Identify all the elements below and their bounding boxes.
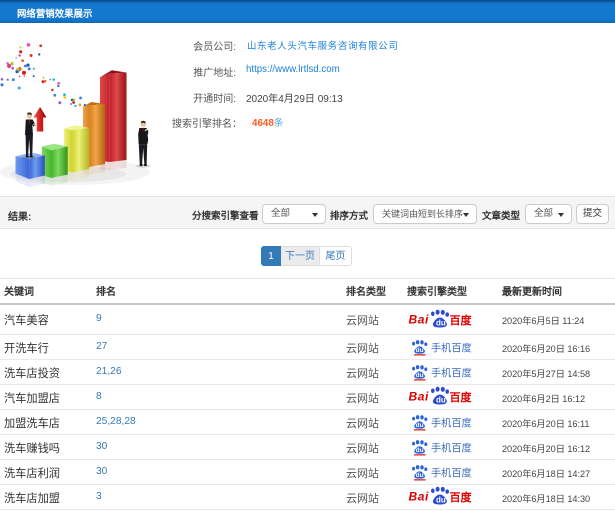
svg-text:手机百度: 手机百度: [431, 467, 472, 480]
svg-text:手机百度: 手机百度: [431, 442, 472, 455]
svg-text:du: du: [436, 396, 446, 405]
svg-text:手机百度: 手机百度: [431, 367, 472, 380]
svg-text:du: du: [416, 422, 424, 429]
svg-text:百度: 百度: [450, 390, 473, 404]
svg-text:Bai: Bai: [409, 490, 430, 504]
svg-text:du: du: [416, 347, 424, 354]
svg-text:du: du: [436, 496, 446, 505]
svg-text:Bai: Bai: [409, 390, 430, 404]
svg-text:百度: 百度: [450, 490, 473, 504]
svg-text:手机百度: 手机百度: [431, 417, 472, 430]
svg-text:du: du: [416, 372, 424, 379]
svg-text:手机百度: 手机百度: [431, 342, 472, 355]
svg-text:du: du: [436, 319, 446, 328]
svg-text:du: du: [416, 447, 424, 454]
svg-text:du: du: [416, 472, 424, 479]
svg-text:百度: 百度: [450, 313, 473, 327]
svg-text:Bai: Bai: [409, 313, 430, 327]
